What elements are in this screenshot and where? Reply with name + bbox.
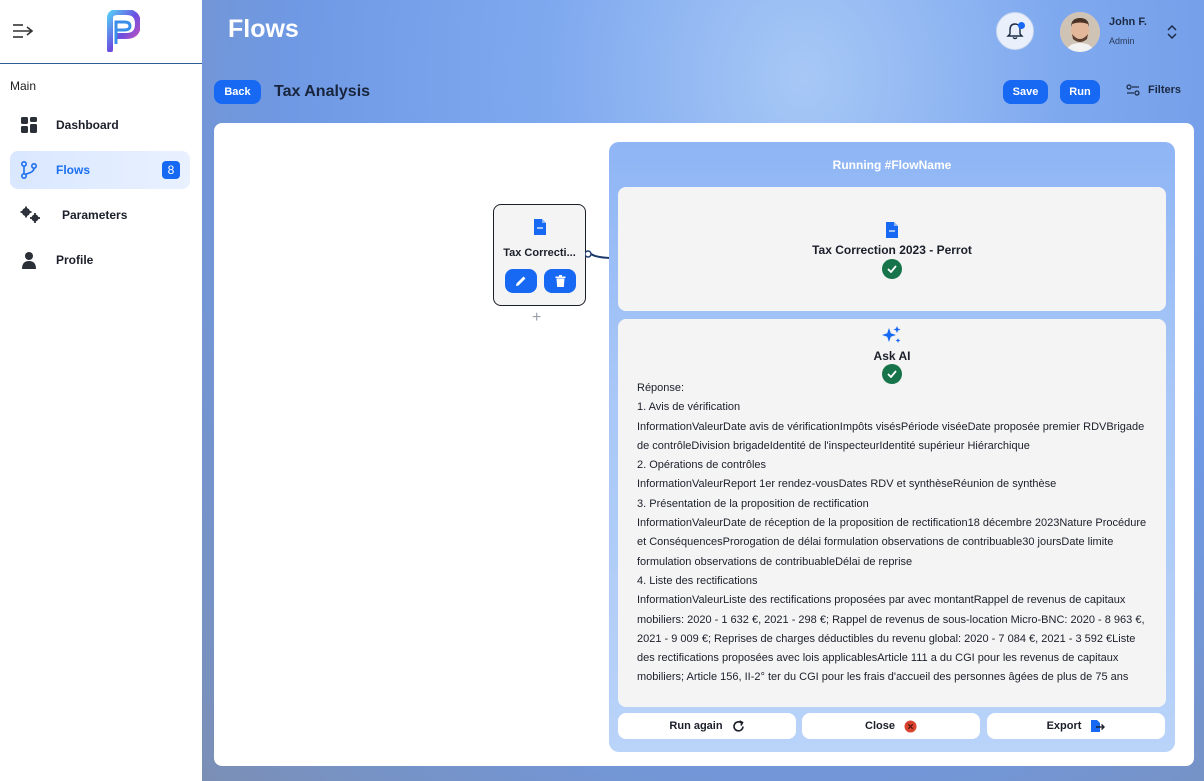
- app-logo: [107, 10, 140, 52]
- add-node-icon[interactable]: +: [532, 309, 541, 327]
- run-again-label: Run again: [669, 720, 723, 732]
- sidebar-item-label: Flows: [56, 163, 91, 177]
- user-icon: [22, 252, 36, 269]
- document-icon: [534, 219, 546, 235]
- sidebar-item-label: Profile: [56, 253, 94, 267]
- refresh-icon: [732, 719, 744, 732]
- export-file-icon: [1091, 720, 1106, 732]
- dashboard-icon: [21, 117, 37, 133]
- sidebar-item-parameters[interactable]: Parameters: [10, 196, 190, 234]
- page-title: Flows: [228, 15, 299, 43]
- step-card-ask-ai: Ask AI Réponse: 1. Avis de vérification …: [618, 319, 1166, 707]
- sidebar-nav: Dashboard Flows 8 Parameters Profile: [10, 106, 190, 286]
- pencil-icon: [516, 276, 526, 286]
- section-label: Main: [10, 79, 37, 93]
- sidebar: Main Dashboard Flows 8 Parameters Profil…: [0, 0, 202, 781]
- sidebar-header: [0, 0, 202, 64]
- close-circle-icon: [904, 720, 917, 732]
- edit-node-button[interactable]: [505, 269, 537, 293]
- chevron-up-down-icon[interactable]: [1166, 23, 1178, 41]
- export-button[interactable]: Export: [987, 713, 1165, 739]
- notifications-button[interactable]: [996, 12, 1034, 50]
- main-area: Flows John F. Admin Back Tax Analysis Sa…: [202, 0, 1204, 781]
- success-check-icon: [882, 259, 902, 279]
- response-line: 3. Présentation de la proposition de rec…: [637, 497, 869, 510]
- run-panel: Running #FlowName Tax Correction 2023 - …: [609, 142, 1175, 752]
- sidebar-item-flows[interactable]: Flows 8: [10, 151, 190, 189]
- flow-branch-icon: [21, 161, 38, 179]
- flows-count-badge: 8: [162, 161, 180, 179]
- user-name: John F.: [1109, 16, 1147, 28]
- close-button[interactable]: Close: [802, 713, 980, 739]
- sidebar-item-profile[interactable]: Profile: [10, 241, 190, 279]
- response-line: 1. Avis de vérification: [637, 401, 741, 414]
- step-card-document: Tax Correction 2023 - Perrot: [618, 187, 1166, 311]
- export-label: Export: [1046, 720, 1082, 732]
- response-line: InformationValeurReport 1er rendez-vousD…: [637, 478, 1057, 491]
- trash-icon: [555, 275, 565, 287]
- sparkles-icon: [882, 326, 901, 343]
- response-line: 4. Liste des rectifications: [637, 574, 758, 587]
- flow-title: Tax Analysis: [274, 83, 371, 100]
- step-title: Tax Correction 2023 - Perrot: [812, 243, 972, 257]
- ai-response: Réponse: 1. Avis de vérification Informa…: [637, 379, 1151, 688]
- filter-sliders-icon: [1126, 84, 1140, 96]
- sidebar-item-dashboard[interactable]: Dashboard: [10, 106, 190, 144]
- filters-button[interactable]: Filters: [1126, 84, 1181, 96]
- close-label: Close: [865, 720, 895, 732]
- avatar[interactable]: [1060, 12, 1100, 52]
- collapse-menu-icon[interactable]: [12, 21, 34, 41]
- response-line: InformationValeurDate avis de vérificati…: [637, 420, 1145, 452]
- node-title: Tax Correcti...: [503, 247, 576, 259]
- sidebar-item-label: Parameters: [62, 208, 128, 222]
- filters-label: Filters: [1148, 84, 1182, 96]
- gears-icon: [20, 206, 40, 223]
- flow-canvas[interactable]: Tax Correcti... + Running #FlowName Tax …: [214, 123, 1194, 766]
- notification-dot: [1018, 22, 1025, 29]
- response-line: InformationValeurDate de réception de la…: [637, 517, 1147, 568]
- flow-node[interactable]: Tax Correcti...: [493, 204, 586, 306]
- response-line: 2. Opérations de contrôles: [637, 459, 767, 472]
- back-button[interactable]: Back: [214, 80, 261, 104]
- avatar-image: [1060, 12, 1100, 52]
- user-role: Admin: [1109, 36, 1135, 46]
- step-title: Ask AI: [873, 349, 911, 363]
- save-button[interactable]: Save: [1003, 80, 1048, 104]
- document-icon: [886, 222, 898, 238]
- delete-node-button[interactable]: [544, 269, 576, 293]
- run-button[interactable]: Run: [1060, 80, 1100, 104]
- run-again-button[interactable]: Run again: [618, 713, 796, 739]
- response-line: InformationValeurListe des rectification…: [637, 594, 1145, 684]
- response-line: Réponse:: [637, 382, 685, 394]
- run-panel-title: Running #FlowName: [832, 158, 952, 172]
- sidebar-item-label: Dashboard: [56, 118, 119, 132]
